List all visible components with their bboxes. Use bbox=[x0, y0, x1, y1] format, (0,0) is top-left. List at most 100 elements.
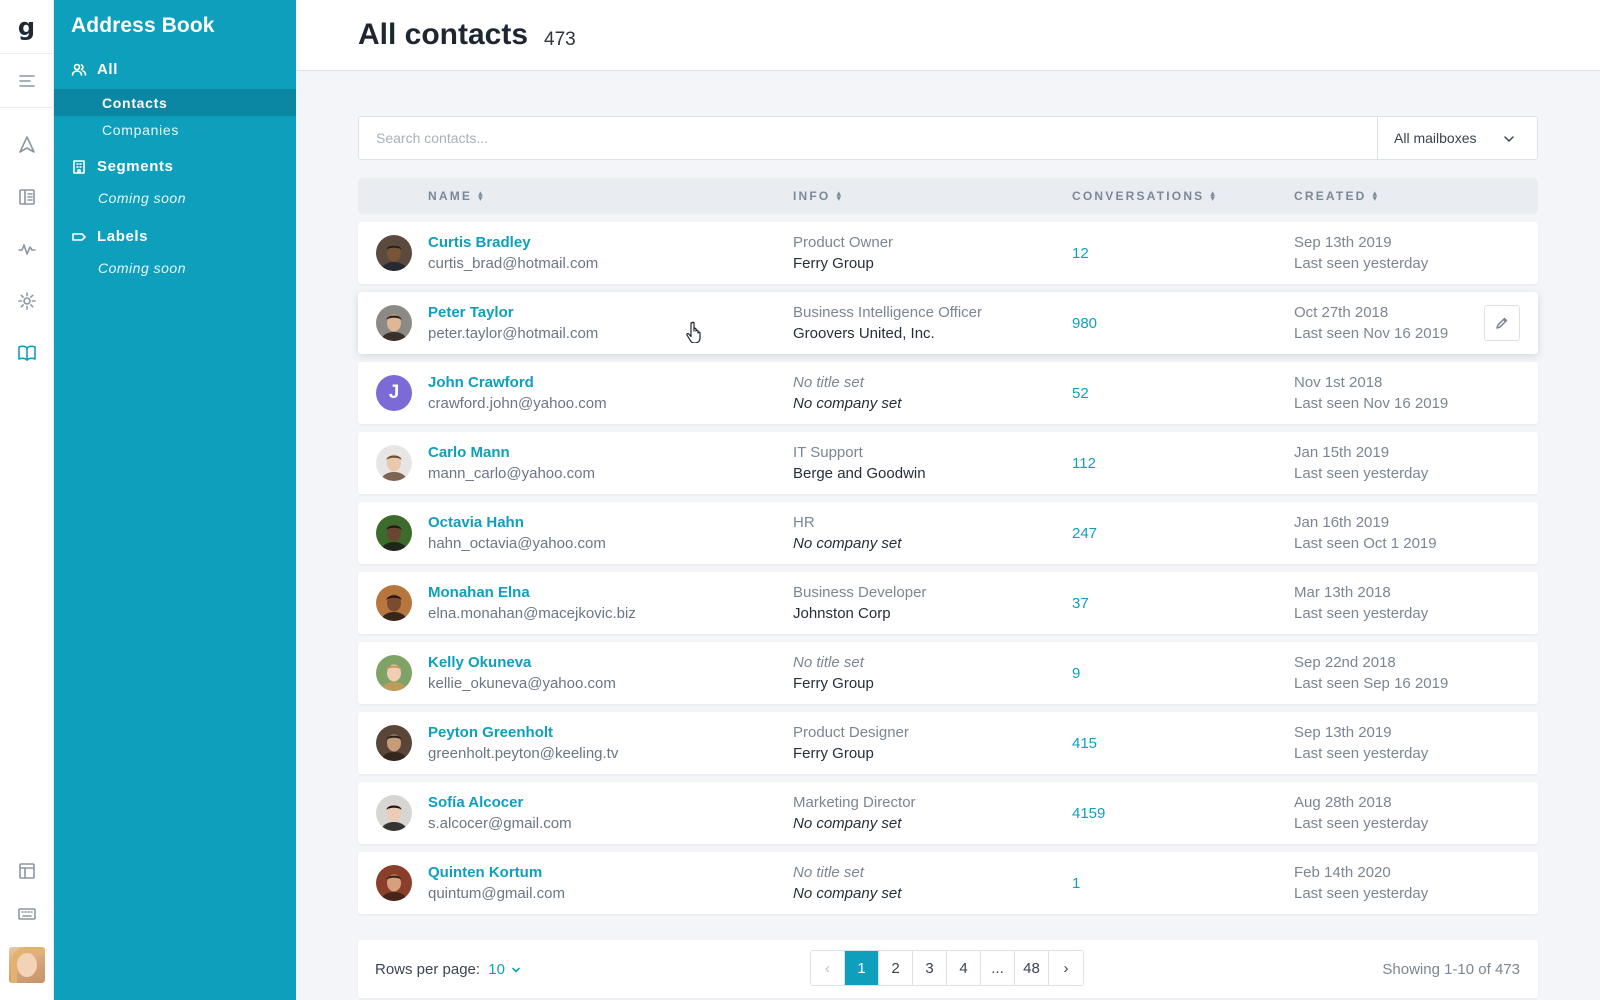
sidebar-group-labels[interactable]: Labels bbox=[71, 228, 148, 245]
building-icon bbox=[73, 159, 85, 174]
table-row[interactable]: Monahan Elna elna.monahan@macejkovic.biz B… bbox=[358, 572, 1538, 634]
mailbox-select-value: All mailboxes bbox=[1394, 130, 1477, 146]
contact-company: Ferry Group bbox=[793, 255, 874, 272]
rows-per-page-value: 10 bbox=[488, 961, 505, 978]
table-row[interactable]: Curtis Bradley curtis_brad@hotmail.com Pro… bbox=[358, 222, 1538, 284]
avatar bbox=[376, 445, 412, 481]
sidebar-title: Address Book bbox=[71, 14, 215, 37]
contact-name-link[interactable]: Octavia Hahn bbox=[428, 514, 524, 531]
contact-name-link[interactable]: Curtis Bradley bbox=[428, 234, 531, 251]
sort-icon: ▴ ▾ bbox=[478, 188, 483, 203]
last-seen: Last seen Nov 16 2019 bbox=[1294, 325, 1449, 342]
next-page-button[interactable]: › bbox=[1049, 951, 1083, 985]
user-avatar[interactable] bbox=[9, 947, 45, 983]
page-button-3[interactable]: 3 bbox=[913, 951, 947, 985]
activity-icon bbox=[18, 244, 36, 255]
conversations-count: 112 bbox=[1072, 455, 1096, 472]
table-row[interactable]: Quinten Kortum quintum@gmail.com No title … bbox=[358, 852, 1538, 914]
last-seen: Last seen yesterday bbox=[1294, 815, 1429, 832]
send-nav-button[interactable] bbox=[0, 127, 54, 163]
contact-email: mann_carlo@yahoo.com bbox=[428, 465, 595, 482]
table-row[interactable]: Carlo Mann mann_carlo@yahoo.com IT Support… bbox=[358, 432, 1538, 494]
contact-email: peter.taylor@hotmail.com bbox=[428, 325, 599, 342]
settings-nav-button[interactable] bbox=[0, 283, 54, 319]
mailbox-select[interactable]: All mailboxes bbox=[1377, 117, 1537, 159]
contact-title: Marketing Director bbox=[793, 794, 916, 811]
contact-name-link[interactable]: John Crawford bbox=[428, 374, 534, 391]
menu-button[interactable] bbox=[0, 54, 53, 108]
contact-company: No company set bbox=[793, 535, 902, 552]
last-seen: Last seen Oct 1 2019 bbox=[1294, 535, 1437, 552]
table-header: NAME ▴ ▾ INFO ▴ ▾ CONVERSATIONS ▴ ▾ CREATED… bbox=[358, 178, 1538, 214]
contact-company: Ferry Group bbox=[793, 675, 874, 692]
avatar bbox=[376, 865, 412, 901]
contact-email: elna.monahan@macejkovic.biz bbox=[428, 605, 636, 622]
contact-name-link[interactable]: Kelly Okuneva bbox=[428, 654, 531, 671]
created-date: Oct 27th 2018 bbox=[1294, 304, 1389, 321]
label-icon bbox=[72, 232, 86, 241]
rows-per-page-select[interactable]: 10 bbox=[488, 961, 521, 978]
conversations-count: 9 bbox=[1072, 665, 1081, 682]
contact-name-link[interactable]: Quinten Kortum bbox=[428, 864, 542, 881]
table-nav-button[interactable] bbox=[0, 853, 54, 889]
avatar bbox=[376, 795, 412, 831]
table-row[interactable]: Sofía Alcocer s.alcocer@gmail.com Marketin… bbox=[358, 782, 1538, 844]
contact-name-link[interactable]: Monahan Elna bbox=[428, 584, 530, 601]
contact-name-link[interactable]: Carlo Mann bbox=[428, 444, 510, 461]
last-seen: Last seen Nov 16 2019 bbox=[1294, 395, 1449, 412]
rows-per-page-label: Rows per page: bbox=[375, 961, 481, 978]
page-button-2[interactable]: 2 bbox=[879, 951, 913, 985]
avatar bbox=[376, 585, 412, 621]
column-header-name[interactable]: NAME ▴ ▾ bbox=[428, 188, 483, 204]
column-header-label: NAME bbox=[428, 189, 473, 203]
avatar bbox=[376, 725, 412, 761]
sidebar-item-companies[interactable]: Companies bbox=[54, 116, 296, 143]
page-button-1[interactable]: 1 bbox=[845, 951, 879, 985]
conversations-count: 415 bbox=[1072, 735, 1098, 752]
search-input[interactable] bbox=[359, 117, 1377, 159]
contact-email: s.alcocer@gmail.com bbox=[428, 815, 572, 832]
table-footer: Rows per page: 10 ‹ 1 2 3 4 ... 48 › Sho… bbox=[358, 940, 1538, 998]
hand-cursor-icon bbox=[686, 321, 701, 343]
contact-title: HR bbox=[793, 514, 815, 531]
column-header-created[interactable]: CREATED ▴ ▾ bbox=[1294, 189, 1377, 204]
page-button-48[interactable]: 48 bbox=[1015, 951, 1049, 985]
sidebar-group-all[interactable]: All bbox=[71, 61, 118, 78]
pencil-icon bbox=[1496, 317, 1508, 329]
sidebar-group-segments[interactable]: Segments bbox=[71, 158, 174, 175]
created-date: Sep 13th 2019 bbox=[1294, 724, 1392, 741]
column-header-info[interactable]: INFO ▴ ▾ bbox=[793, 189, 841, 204]
page-button-4[interactable]: 4 bbox=[947, 951, 981, 985]
contact-company: Berge and Goodwin bbox=[793, 465, 926, 482]
contact-name-link[interactable]: Sofía Alcocer bbox=[428, 794, 523, 811]
contact-company: No company set bbox=[793, 395, 902, 412]
contact-title: No title set bbox=[793, 864, 864, 881]
table-row[interactable]: Peter Taylor peter.taylor@hotmail.com Busi… bbox=[358, 292, 1538, 354]
table-row[interactable]: J John Crawford crawford.john@yahoo.com No … bbox=[358, 362, 1538, 424]
edit-contact-button[interactable] bbox=[1484, 305, 1520, 341]
contact-title: Business Intelligence Officer bbox=[793, 304, 982, 321]
address-book-nav-button[interactable] bbox=[0, 335, 54, 371]
column-header-conversations[interactable]: CONVERSATIONS ▴ ▾ bbox=[1072, 189, 1215, 204]
table-row[interactable]: Peyton Greenholt greenholt.peyton@keeling… bbox=[358, 712, 1538, 774]
activity-nav-button[interactable] bbox=[0, 231, 54, 267]
contact-name-link[interactable]: Peter Taylor bbox=[428, 304, 514, 321]
table-row[interactable]: Kelly Okuneva kellie_okuneva@yahoo.com No … bbox=[358, 642, 1538, 704]
last-seen: Last seen Sep 16 2019 bbox=[1294, 675, 1449, 692]
prev-page-button[interactable]: ‹ bbox=[811, 951, 845, 985]
conversations-count: 1 bbox=[1072, 875, 1081, 892]
contact-name-link[interactable]: Peyton Greenholt bbox=[428, 724, 553, 741]
created-date: Jan 15th 2019 bbox=[1294, 444, 1390, 461]
avatar bbox=[376, 235, 412, 271]
avatar bbox=[376, 515, 412, 551]
app-logo[interactable]: g bbox=[0, 0, 53, 54]
sidebar: Address Book All Contacts Companies Segm… bbox=[54, 0, 296, 1000]
sidebar-item-contacts[interactable]: Contacts bbox=[54, 89, 296, 116]
last-seen: Last seen yesterday bbox=[1294, 255, 1429, 272]
column-header-label: INFO bbox=[793, 189, 831, 203]
table-row[interactable]: Octavia Hahn hahn_octavia@yahoo.com HR No c… bbox=[358, 502, 1538, 564]
keyboard-nav-button[interactable] bbox=[0, 896, 54, 932]
segments-coming-soon: Coming soon bbox=[98, 190, 186, 206]
book-icon bbox=[19, 189, 35, 205]
book-nav-button[interactable] bbox=[0, 179, 54, 215]
